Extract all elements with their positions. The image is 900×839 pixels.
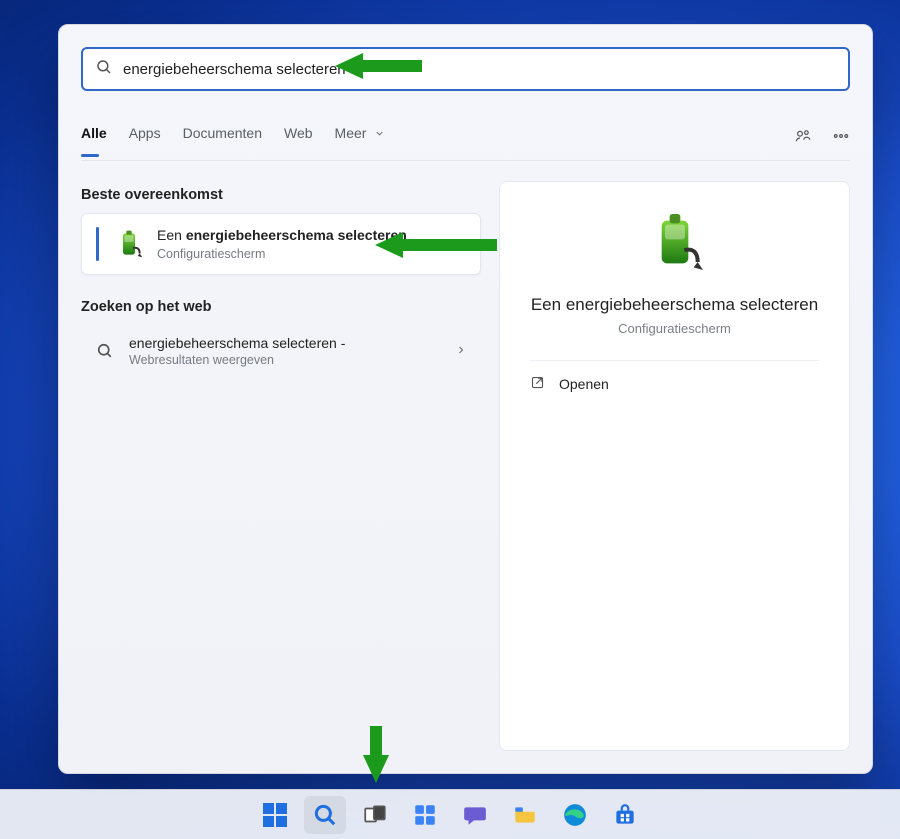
chevron-down-icon <box>374 128 385 139</box>
web-result-subtitle: Webresultaten weergeven <box>129 353 345 367</box>
taskbar-start[interactable] <box>254 796 296 834</box>
taskbar-chat[interactable] <box>454 796 496 834</box>
taskbar-search[interactable] <box>304 796 346 834</box>
selection-indicator <box>96 227 99 261</box>
taskbar-task-view[interactable] <box>354 796 396 834</box>
web-results-heading: Zoeken op het web <box>81 299 481 315</box>
windows-search-panel: Alle Apps Documenten Web Meer Beste over… <box>58 24 873 774</box>
chevron-right-icon <box>455 343 467 359</box>
open-external-icon <box>530 375 545 393</box>
search-across-devices-icon[interactable] <box>794 127 812 148</box>
annotation-arrow <box>335 53 363 79</box>
best-match-subtitle: Configuratiescherm <box>157 246 407 262</box>
search-input-bar[interactable] <box>81 47 850 91</box>
tab-more[interactable]: Meer <box>335 125 386 151</box>
open-action[interactable]: Openen <box>530 375 609 393</box>
windows-logo-icon <box>263 803 287 827</box>
taskbar-edge[interactable] <box>554 796 596 834</box>
tab-web[interactable]: Web <box>284 125 313 151</box>
taskbar <box>0 789 900 839</box>
search-icon <box>95 335 115 367</box>
taskbar-widgets[interactable] <box>404 796 446 834</box>
more-options-icon[interactable] <box>832 127 850 148</box>
result-detail-pane: Een energiebeheerschema selecteren Confi… <box>499 181 850 751</box>
divider <box>530 360 819 361</box>
search-input[interactable] <box>123 61 836 78</box>
tab-documents[interactable]: Documenten <box>183 125 262 151</box>
search-filter-tabs: Alle Apps Documenten Web Meer <box>81 115 850 161</box>
battery-icon <box>643 210 707 279</box>
search-icon <box>95 58 113 81</box>
search-results-column: Beste overeenkomst Een energiebeheersche… <box>81 175 481 377</box>
detail-title: Een energiebeheerschema selecteren <box>531 295 818 315</box>
taskbar-store[interactable] <box>604 796 646 834</box>
open-action-label: Openen <box>559 376 609 392</box>
taskbar-file-explorer[interactable] <box>504 796 546 834</box>
battery-icon <box>113 228 145 260</box>
detail-subtitle: Configuratiescherm <box>618 321 731 336</box>
best-match-title: Een energiebeheerschema selecteren <box>157 227 407 243</box>
best-match-heading: Beste overeenkomst <box>81 187 481 203</box>
tab-all[interactable]: Alle <box>81 125 107 151</box>
web-result-row[interactable]: energiebeheerschema selecteren - Webresu… <box>81 325 481 377</box>
annotation-arrow <box>375 232 403 258</box>
tab-apps[interactable]: Apps <box>129 125 161 151</box>
web-result-title: energiebeheerschema selecteren - <box>129 335 345 351</box>
